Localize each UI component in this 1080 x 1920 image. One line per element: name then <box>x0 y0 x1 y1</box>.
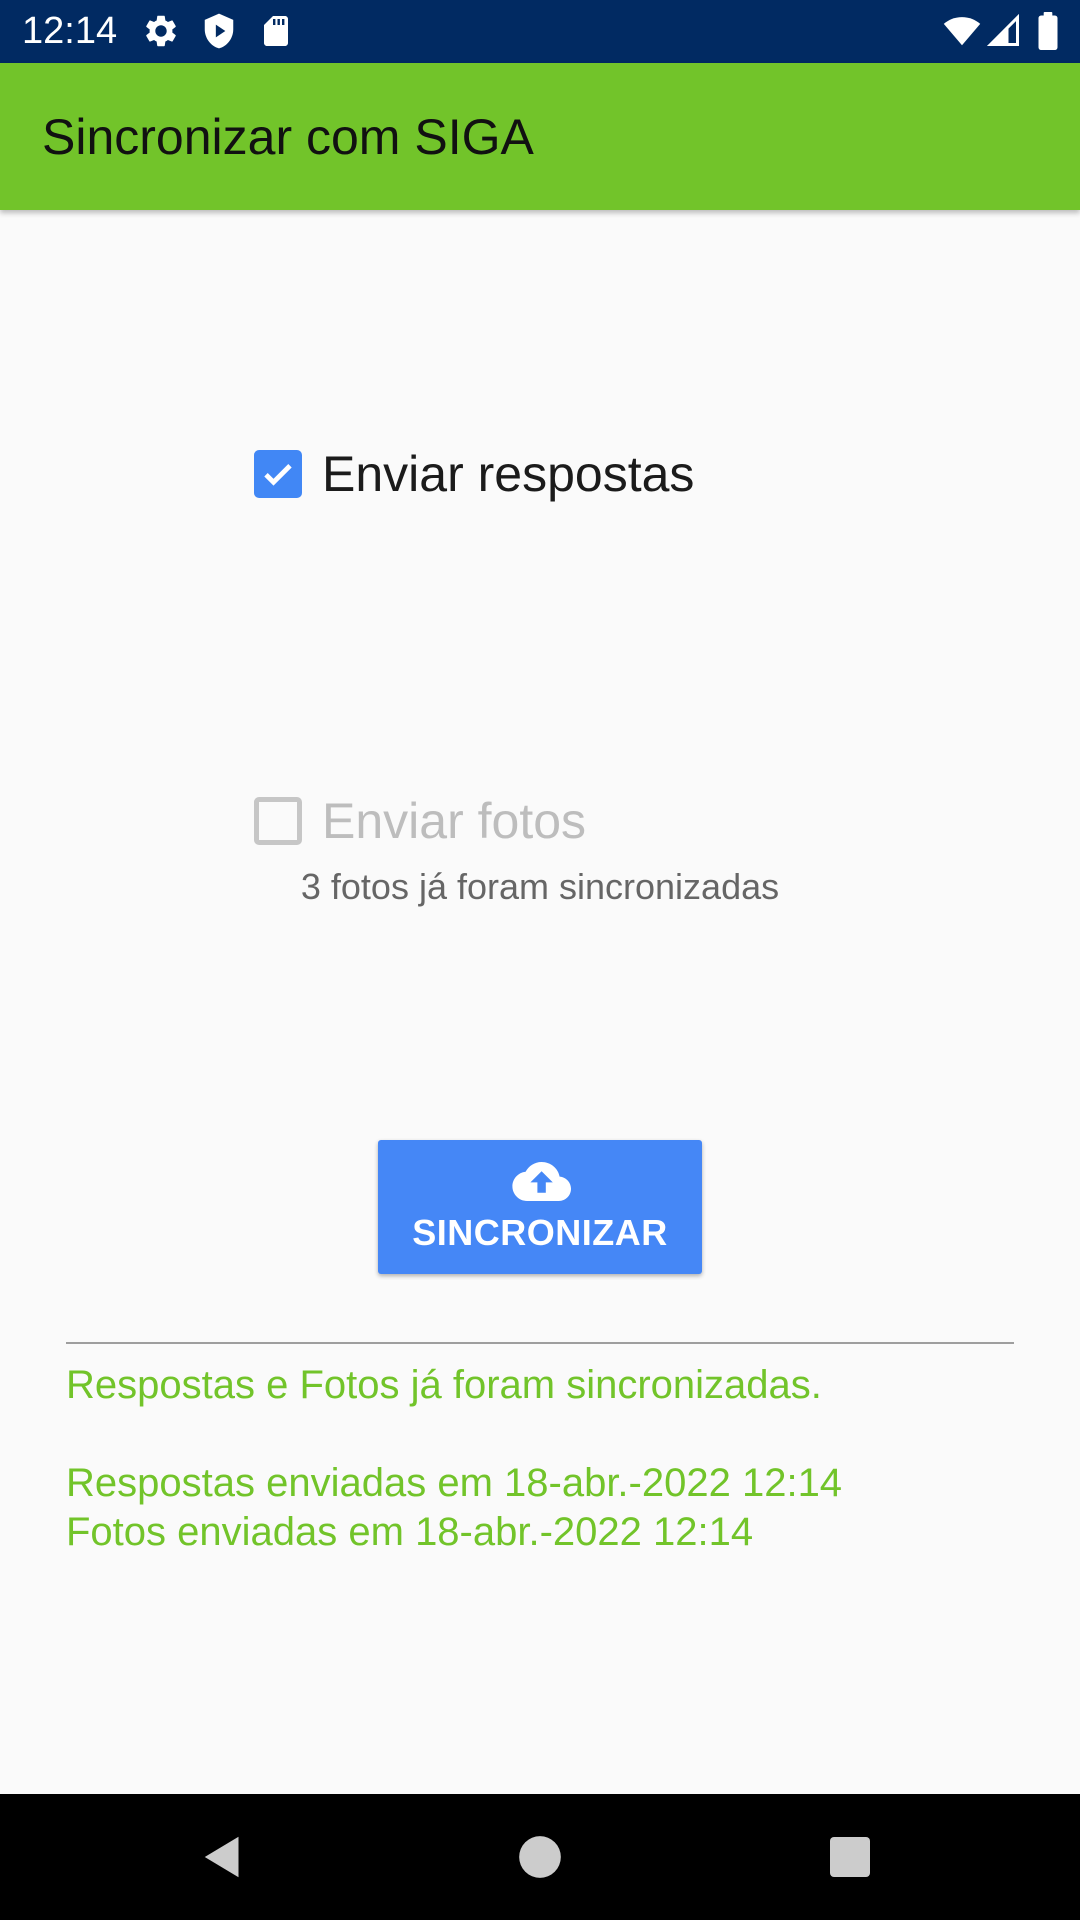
app-bar: Sincronizar com SIGA <box>0 63 1080 210</box>
sync-button-label: SINCRONIZAR <box>412 1212 668 1253</box>
status-bar: 12:14 <box>0 0 1080 63</box>
navigation-bar <box>0 1794 1080 1920</box>
send-answers-option[interactable]: Enviar respostas <box>254 444 694 504</box>
check-icon <box>264 464 292 486</box>
send-photos-label: Enviar fotos <box>322 793 587 849</box>
send-photos-checkbox <box>254 797 302 845</box>
send-answers-checkbox[interactable] <box>254 450 302 498</box>
photos-synced-note: 3 fotos já foram sincronizadas <box>300 866 780 907</box>
back-icon[interactable] <box>190 1822 260 1892</box>
sync-button[interactable]: SINCRONIZAR <box>378 1140 702 1274</box>
status-time: 12:14 <box>22 10 118 52</box>
send-answers-label: Enviar respostas <box>322 446 695 502</box>
sd-card-icon <box>258 12 294 55</box>
sync-summary-text: Respostas e Fotos já foram sincronizadas… <box>66 1363 822 1407</box>
photos-sent-text: Fotos enviadas em 18-abr.-2022 12:14 <box>66 1510 754 1554</box>
home-icon[interactable] <box>505 1822 575 1892</box>
page-title: Sincronizar com SIGA <box>42 109 534 165</box>
gear-icon <box>142 12 180 55</box>
shield-icon <box>200 12 238 55</box>
answers-sent-text: Respostas enviadas em 18-abr.-2022 12:14 <box>66 1461 843 1505</box>
divider <box>66 1342 1014 1344</box>
recents-icon[interactable] <box>815 1822 885 1892</box>
cloud-upload-icon <box>512 1162 571 1201</box>
battery-icon <box>1036 12 1060 55</box>
signal-icon <box>986 12 1022 55</box>
send-photos-option: Enviar fotos <box>254 791 586 851</box>
wifi-icon <box>942 12 982 55</box>
